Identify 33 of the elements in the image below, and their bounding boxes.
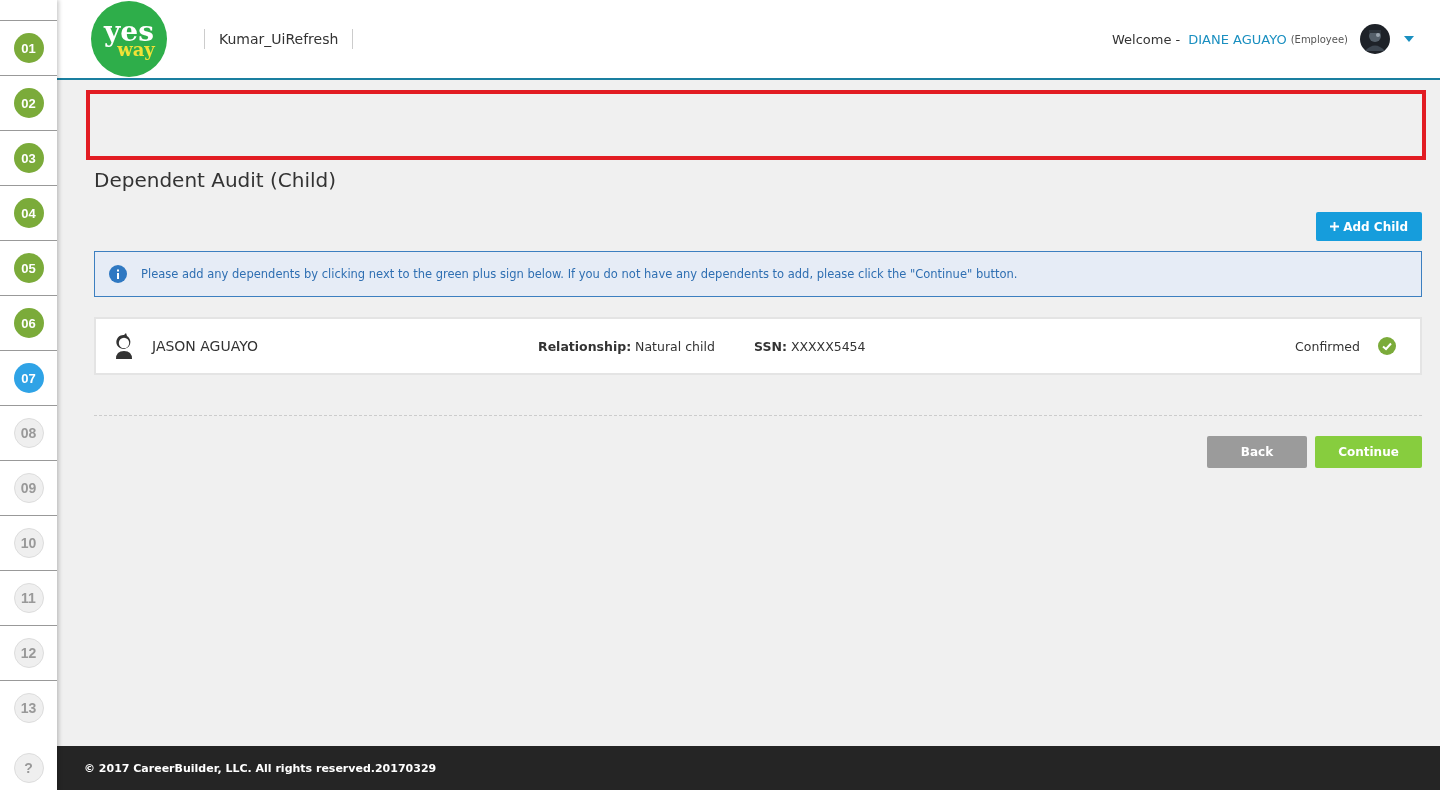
step-badge[interactable]: 11 [13, 583, 44, 613]
step-badge[interactable]: 03 [13, 143, 44, 173]
user-name-link[interactable]: DIANE AGUAYO [1188, 31, 1287, 47]
continue-button[interactable]: Continue [1315, 436, 1422, 468]
step-badge[interactable]: 02 [13, 88, 44, 118]
step-badge[interactable]: 01 [13, 33, 44, 63]
ssn-text: SSN: XXXXX5454 [754, 338, 866, 354]
logo: yes way [91, 1, 167, 77]
status-text: Confirmed [1295, 338, 1360, 354]
step-badge[interactable]: 07 [13, 363, 44, 393]
step-badge[interactable]: 08 [13, 418, 44, 448]
company-name: Kumar_UiRefresh [204, 29, 354, 49]
help-button[interactable]: ? [13, 753, 44, 783]
step-badge[interactable]: 06 [13, 308, 44, 338]
caret-icon[interactable] [1404, 36, 1414, 42]
relationship-text: Relationship: Natural child [538, 338, 716, 354]
step-badge[interactable]: 09 [13, 473, 44, 503]
step-badge[interactable]: 12 [13, 638, 44, 668]
dependent-name: JASON AGUAYO [152, 338, 259, 354]
back-button[interactable]: Back [1207, 436, 1307, 468]
step-badge[interactable]: 13 [13, 693, 44, 723]
page-title: Dependent Audit (Child) [94, 168, 338, 192]
user-role: (Employee) [1290, 33, 1348, 45]
copyright-text: © 2017 CareerBuilder, LLC. All rights reserved.20170329 [84, 761, 437, 775]
info-text: Please add any dependents by clicking next to the green plus sign below. If you do not have any dependents to add, please click the "Continue" button. [141, 267, 1018, 281]
step-badge[interactable]: 05 [13, 253, 44, 283]
add-child-button[interactable]: Add Child [1316, 212, 1422, 241]
welcome-text: Welcome - [1111, 31, 1181, 47]
plus-icon [1330, 222, 1340, 231]
info-icon [109, 265, 127, 283]
child-icon [114, 333, 134, 359]
step-badge[interactable]: 04 [13, 198, 44, 228]
step-badge[interactable]: 10 [13, 528, 44, 558]
